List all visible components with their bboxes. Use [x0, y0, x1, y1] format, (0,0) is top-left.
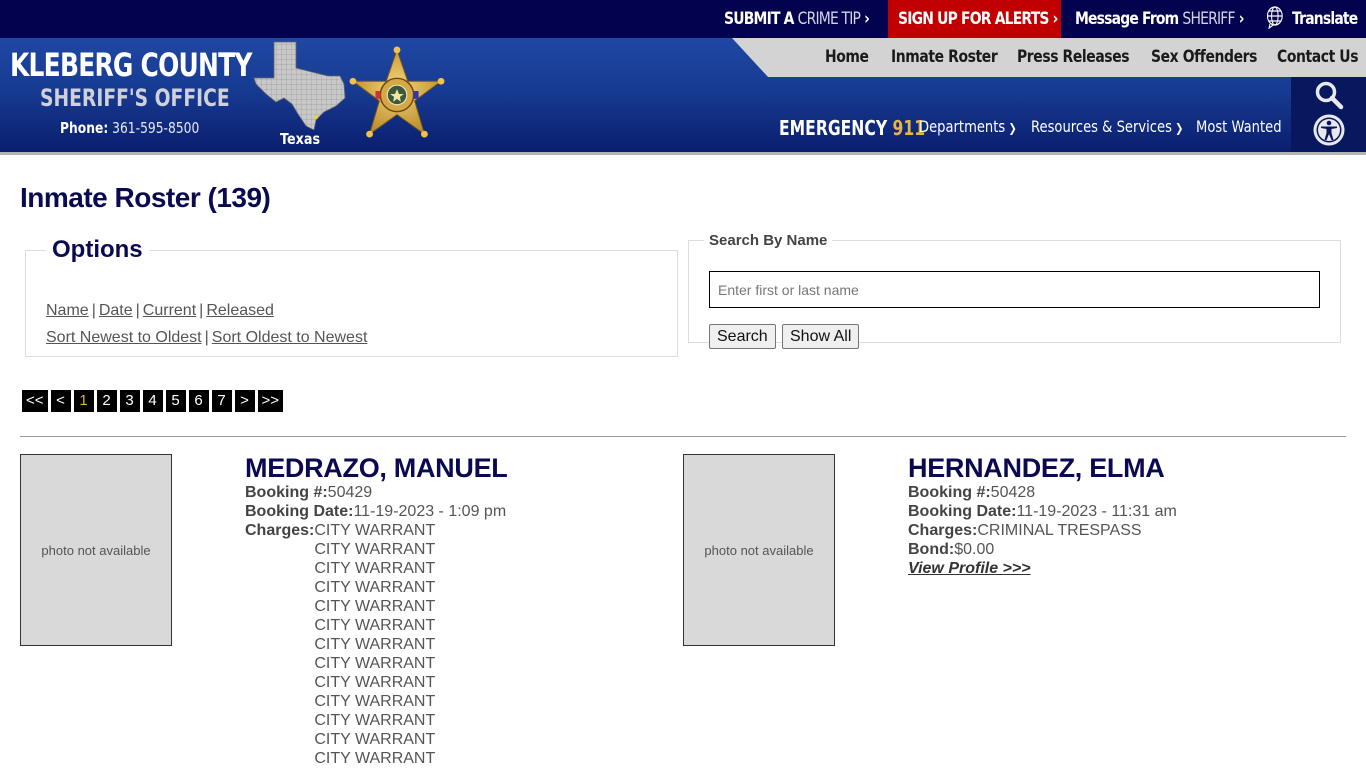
- chevron-down-icon: ❯: [1175, 121, 1184, 135]
- chevron-right-icon: ›: [1238, 9, 1245, 29]
- chevron-right-icon: ›: [864, 9, 870, 29]
- page-next[interactable]: >: [234, 390, 255, 412]
- page-title: Inmate Roster (139): [20, 182, 271, 213]
- chevron-right-icon: ›: [1052, 9, 1059, 29]
- page-2[interactable]: 2: [96, 390, 117, 412]
- nav-press-releases[interactable]: Press Releases: [1017, 38, 1130, 77]
- charge-item: CITY WARRANT: [314, 731, 436, 748]
- charge-item: CITY WARRANT: [314, 579, 436, 596]
- inmate-photo-placeholder: photo not available: [683, 454, 835, 646]
- charges: Charges: CITY WARRANT CITY WARRANT CITY WA…: [245, 521, 436, 768]
- sheriff-badge-icon: [349, 46, 445, 138]
- booking-date: Booking Date:11-19-2023 - 1:09 pm: [245, 503, 507, 520]
- inmate-card: HERNANDEZ, ELMA Booking #:50428 Booking …: [908, 453, 1177, 578]
- booking-number: Booking #:50428: [908, 484, 1036, 501]
- charge-item: CITY WARRANT: [314, 693, 436, 710]
- nav-sex-offenders[interactable]: Sex Offenders: [1151, 38, 1257, 77]
- charge-list: CITY WARRANT CITY WARRANT CITY WARRANT CITY…: [314, 521, 435, 768]
- page-5[interactable]: 5: [165, 390, 186, 412]
- charges: Charges: CRIMINAL TRESPASS: [908, 521, 1142, 540]
- sign-up-alerts-link[interactable]: SIGN UP FOR ALERTS ›: [888, 0, 1061, 38]
- charge-item: CITY WARRANT: [314, 617, 436, 634]
- page-last[interactable]: >>: [257, 390, 284, 412]
- sort-links: Sort Newest to Oldest | Sort Oldest to New…: [46, 329, 368, 346]
- charge-item: CITY WARRANT: [314, 655, 436, 672]
- header-divider: [0, 152, 1366, 155]
- options-legend: Options: [52, 236, 143, 263]
- filter-name-link[interactable]: Name: [46, 302, 89, 319]
- nav-home[interactable]: Home: [825, 38, 869, 77]
- translate-button[interactable]: Translate: [1265, 0, 1358, 38]
- page-3[interactable]: 3: [119, 390, 140, 412]
- booking-number: Booking #:50429: [245, 484, 373, 501]
- page-prev[interactable]: <: [50, 390, 71, 412]
- search-legend: Search By Name: [709, 232, 828, 249]
- logo-subtitle: SHERIFF'S OFFICE: [40, 84, 230, 112]
- search-panel: Search By Name Search Show All: [688, 232, 1341, 349]
- logo-phone: Phone: 361-595-8500: [60, 119, 200, 137]
- logo-title: KLEBERG COUNTY: [10, 46, 252, 84]
- page-6[interactable]: 6: [188, 390, 209, 412]
- charge-item: CITY WARRANT: [314, 712, 436, 729]
- content-divider: [20, 436, 1346, 437]
- options-panel: Options Name | Date | Current | Released Sort …: [25, 236, 678, 357]
- sort-oldest-link[interactable]: Sort Oldest to Newest: [212, 329, 368, 346]
- filter-links: Name | Date | Current | Released: [46, 302, 274, 319]
- nav-inmate-roster[interactable]: Inmate Roster: [891, 38, 998, 77]
- nav-resources-dropdown[interactable]: Resources & Services ❯: [1031, 117, 1183, 136]
- charge-item: CITY WARRANT: [314, 598, 436, 615]
- emergency-911: EMERGENCY 911: [779, 116, 926, 140]
- page-first[interactable]: <<: [22, 390, 48, 412]
- inmate-name[interactable]: HERNANDEZ, ELMA: [908, 453, 1177, 483]
- charge-item: CITY WARRANT: [314, 541, 436, 558]
- filter-released-link[interactable]: Released: [206, 302, 274, 319]
- top-utility-bar: SUBMIT A CRIME TIP › SIGN UP FOR ALERTS …: [0, 0, 1366, 38]
- search-button[interactable]: Search: [709, 324, 776, 349]
- texas-map-icon: [253, 41, 346, 130]
- chevron-down-icon: ❯: [1008, 121, 1017, 135]
- globe-icon: [1266, 6, 1283, 30]
- charge-item: CITY WARRANT: [314, 750, 436, 767]
- message-from-sheriff-link[interactable]: Message From SHERIFF ›: [1075, 0, 1244, 38]
- sort-newest-link[interactable]: Sort Newest to Oldest: [46, 329, 202, 346]
- show-all-button[interactable]: Show All: [782, 324, 860, 349]
- charge-item: CRIMINAL TRESPASS: [977, 522, 1142, 539]
- booking-date: Booking Date:11-19-2023 - 11:31 am: [908, 503, 1177, 520]
- page-1[interactable]: 1: [73, 390, 94, 412]
- page-4[interactable]: 4: [142, 390, 163, 412]
- search-name-input[interactable]: [709, 271, 1320, 308]
- search-icon[interactable]: [1314, 80, 1344, 110]
- charge-list: CRIMINAL TRESPASS: [977, 521, 1141, 540]
- nav-contact-us[interactable]: Contact Us: [1277, 38, 1359, 77]
- pagination: << < 1 2 3 4 5 6 7 > >>: [22, 390, 284, 412]
- nav-most-wanted[interactable]: Most Wanted: [1196, 117, 1282, 136]
- nav-departments-dropdown[interactable]: Departments ❯: [919, 117, 1017, 136]
- inmate-photo-placeholder: photo not available: [20, 454, 172, 646]
- charge-item: CITY WARRANT: [314, 560, 436, 577]
- inmate-card: MEDRAZO, MANUEL Booking #:50429 Booking …: [245, 453, 508, 768]
- inmate-name[interactable]: MEDRAZO, MANUEL: [245, 453, 508, 483]
- view-profile-link[interactable]: View Profile >>>: [908, 560, 1031, 577]
- texas-label: Texas: [280, 130, 321, 148]
- filter-current-link[interactable]: Current: [143, 302, 196, 319]
- charge-item: CITY WARRANT: [314, 674, 436, 691]
- filter-date-link[interactable]: Date: [99, 302, 133, 319]
- charge-item: CITY WARRANT: [314, 636, 436, 653]
- bond: Bond:$0.00: [908, 541, 995, 558]
- accessibility-icon[interactable]: [1312, 113, 1346, 147]
- submit-crime-tip-link[interactable]: SUBMIT A CRIME TIP ›: [724, 0, 870, 38]
- charge-item: CITY WARRANT: [314, 522, 436, 539]
- page-7[interactable]: 7: [211, 390, 232, 412]
